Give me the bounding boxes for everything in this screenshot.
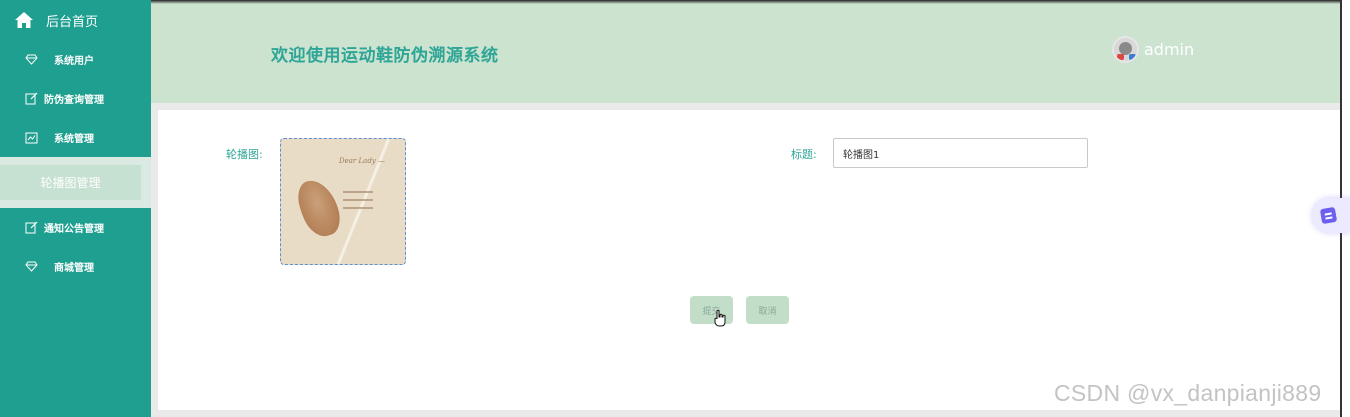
cancel-button[interactable]: 取消	[746, 296, 789, 324]
image-caption: Dear Lady —	[339, 157, 385, 165]
sidebar-item-label: 商城管理	[54, 263, 94, 274]
sidebar-item-label: 通知公告管理	[44, 224, 104, 235]
sidebar-item-anticounterfeit[interactable]: 防伪查询管理	[0, 79, 151, 118]
sidebar-item-carousel[interactable]: 轮播图管理	[0, 165, 141, 200]
diamond-icon	[24, 53, 38, 67]
floating-assistant-button[interactable]	[1312, 198, 1350, 233]
sidebar-item-system-users[interactable]: 系统用户	[0, 40, 151, 79]
shoe-image	[292, 174, 346, 242]
hand-cursor-icon	[714, 310, 726, 327]
top-edge	[151, 0, 1340, 4]
diamond-icon	[24, 260, 38, 274]
sidebar-home-label: 后台首页	[46, 14, 99, 30]
header: 欢迎使用运动鞋防伪溯源系统 admin	[151, 0, 1340, 103]
sidebar: 后台首页 系统用户 防伪查询管理 系统管理 轮播图管理 通知公告管理 商城管理	[0, 0, 151, 417]
image-label: 轮播图:	[226, 148, 263, 161]
form-panel: 轮播图: Dear Lady — 标题: 轮播图1 提交 取消	[158, 110, 1340, 410]
sidebar-item-label: 防伪查询管理	[44, 95, 104, 106]
username: admin	[1144, 40, 1195, 59]
sidebar-item-mall[interactable]: 商城管理	[0, 247, 151, 286]
chart-icon	[24, 131, 38, 145]
sidebar-home[interactable]: 后台首页	[0, 0, 151, 40]
sidebar-item-label: 系统管理	[54, 134, 94, 145]
submit-button[interactable]: 提交	[690, 296, 733, 324]
title-input[interactable]: 轮播图1	[833, 138, 1088, 168]
sidebar-item-system-manage[interactable]: 系统管理	[0, 118, 151, 157]
document-icon	[1319, 206, 1338, 225]
user-menu[interactable]: admin	[1112, 36, 1194, 63]
title-label: 标题:	[791, 148, 817, 161]
sidebar-item-notice[interactable]: 通知公告管理	[0, 208, 151, 247]
avatar[interactable]	[1112, 36, 1139, 63]
edit-icon	[24, 221, 38, 235]
sidebar-item-label: 系统用户	[54, 56, 94, 67]
home-icon	[15, 12, 33, 28]
watermark: CSDN @vx_danpianji889	[1054, 380, 1322, 406]
edit-icon	[24, 92, 38, 106]
image-text-lines	[343, 191, 373, 221]
carousel-image-upload[interactable]: Dear Lady —	[280, 138, 406, 265]
sidebar-item-carousel-wrap: 轮播图管理	[0, 157, 151, 208]
page-title: 欢迎使用运动鞋防伪溯源系统	[271, 46, 499, 66]
